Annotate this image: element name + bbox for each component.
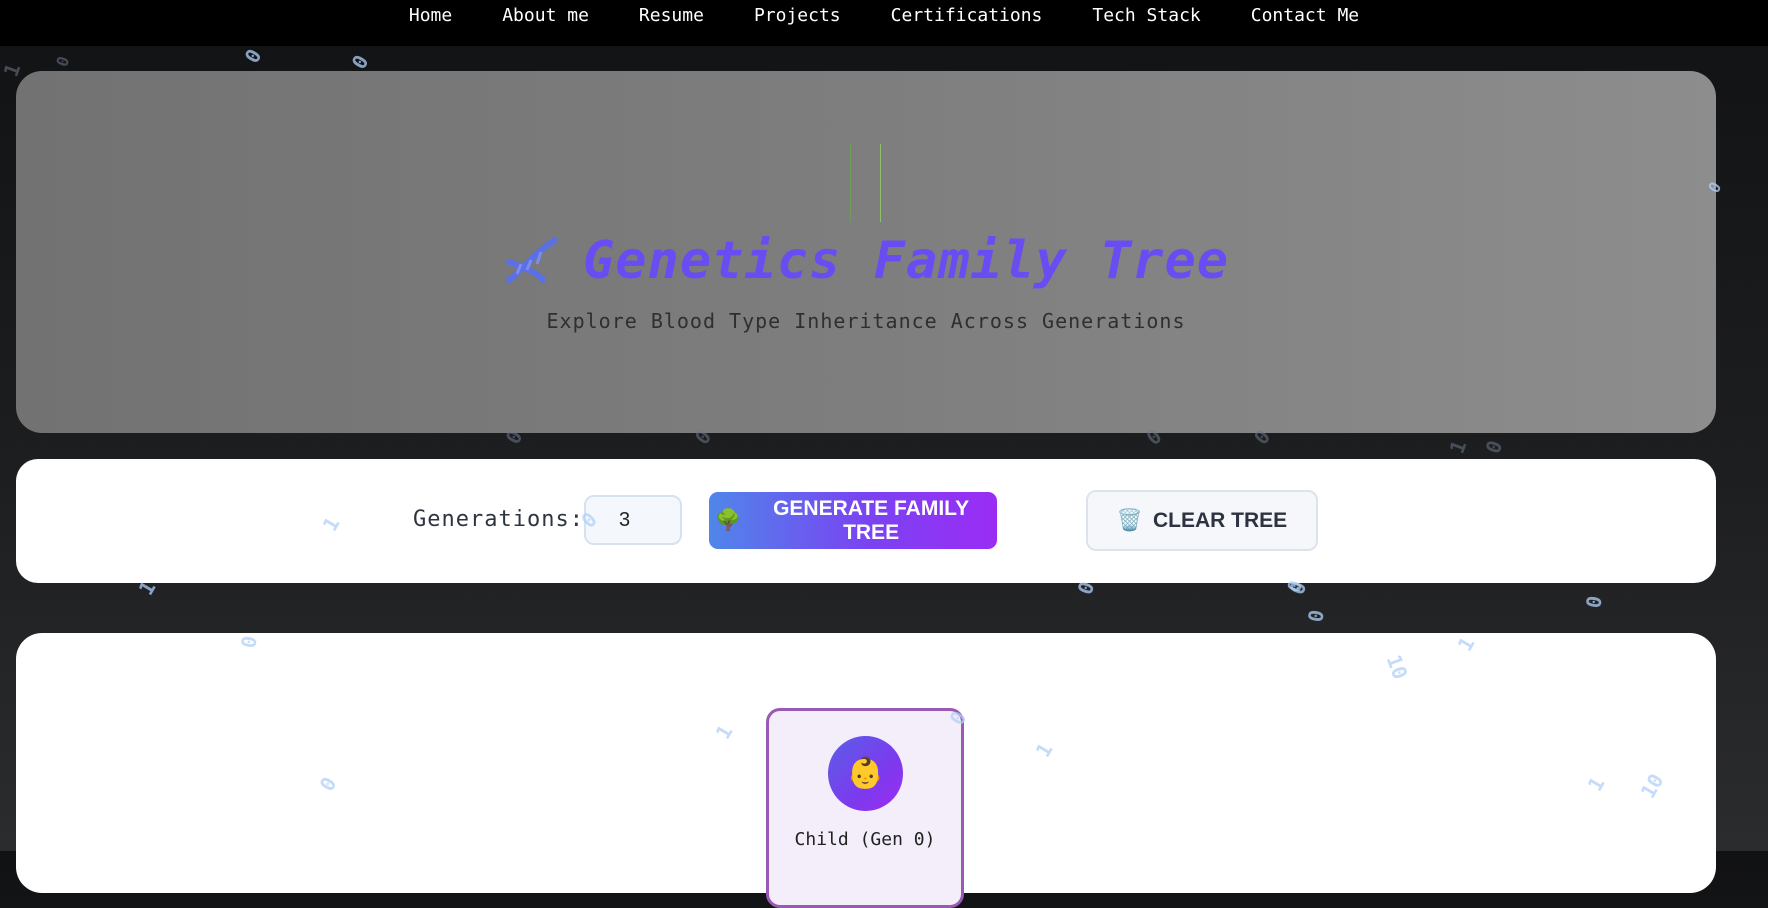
nav-resume[interactable]: Resume [639,1,704,31]
top-navigation: Home About me Resume Projects Certificat… [0,0,1768,46]
generations-label: Generations: [413,507,584,532]
generate-button-label: GENERATE FAMILY TREE [773,496,970,544]
binary-digit: 0 [346,50,374,74]
generations-input[interactable] [584,495,682,545]
nav-tech-stack[interactable]: Tech Stack [1092,1,1200,31]
nav-certifications[interactable]: Certifications [891,1,1043,31]
hero-banner: Genetics Family Tree Explore Blood Type … [16,71,1716,433]
trash-icon: 🗑️ [1116,508,1143,532]
nav-projects[interactable]: Projects [754,1,841,31]
binary-digit: 1 [0,60,26,80]
hero-accent-line [850,144,851,222]
page-subtitle: Explore Blood Type Inheritance Across Ge… [546,309,1186,333]
person-card-child[interactable]: 👶 Child (Gen 0) [766,708,964,908]
nav-home[interactable]: Home [409,1,452,31]
binary-digit: 0 [239,44,267,68]
generate-family-tree-button[interactable]: 🌳 GENERATE FAMILY TREE [709,492,997,549]
baby-avatar-icon: 👶 [828,736,903,811]
clear-tree-button[interactable]: 🗑️ CLEAR TREE [1086,490,1318,551]
page-title: Genetics Family Tree [582,231,1230,291]
binary-digit: 0 [1480,437,1508,457]
nav-contact-me[interactable]: Contact Me [1251,1,1359,31]
family-tree-panel: 👶 Child (Gen 0) [16,633,1716,908]
binary-digit: 0 [1303,607,1329,625]
dna-icon [503,234,561,288]
binary-digit: 0 [52,53,74,70]
clear-button-label: CLEAR TREE [1152,508,1288,532]
tree-icon: 🌳 [715,508,742,532]
nav-about-me[interactable]: About me [502,1,589,31]
hero-title-row: Genetics Family Tree [16,231,1716,291]
person-name: Child (Gen 0) [794,829,936,850]
binary-digit: 0 [1581,593,1607,611]
binary-digit: 1 [1444,437,1472,457]
hero-accent-line [880,144,881,222]
controls-panel: Generations: 🌳 GENERATE FAMILY TREE 🗑️ C… [16,459,1716,583]
